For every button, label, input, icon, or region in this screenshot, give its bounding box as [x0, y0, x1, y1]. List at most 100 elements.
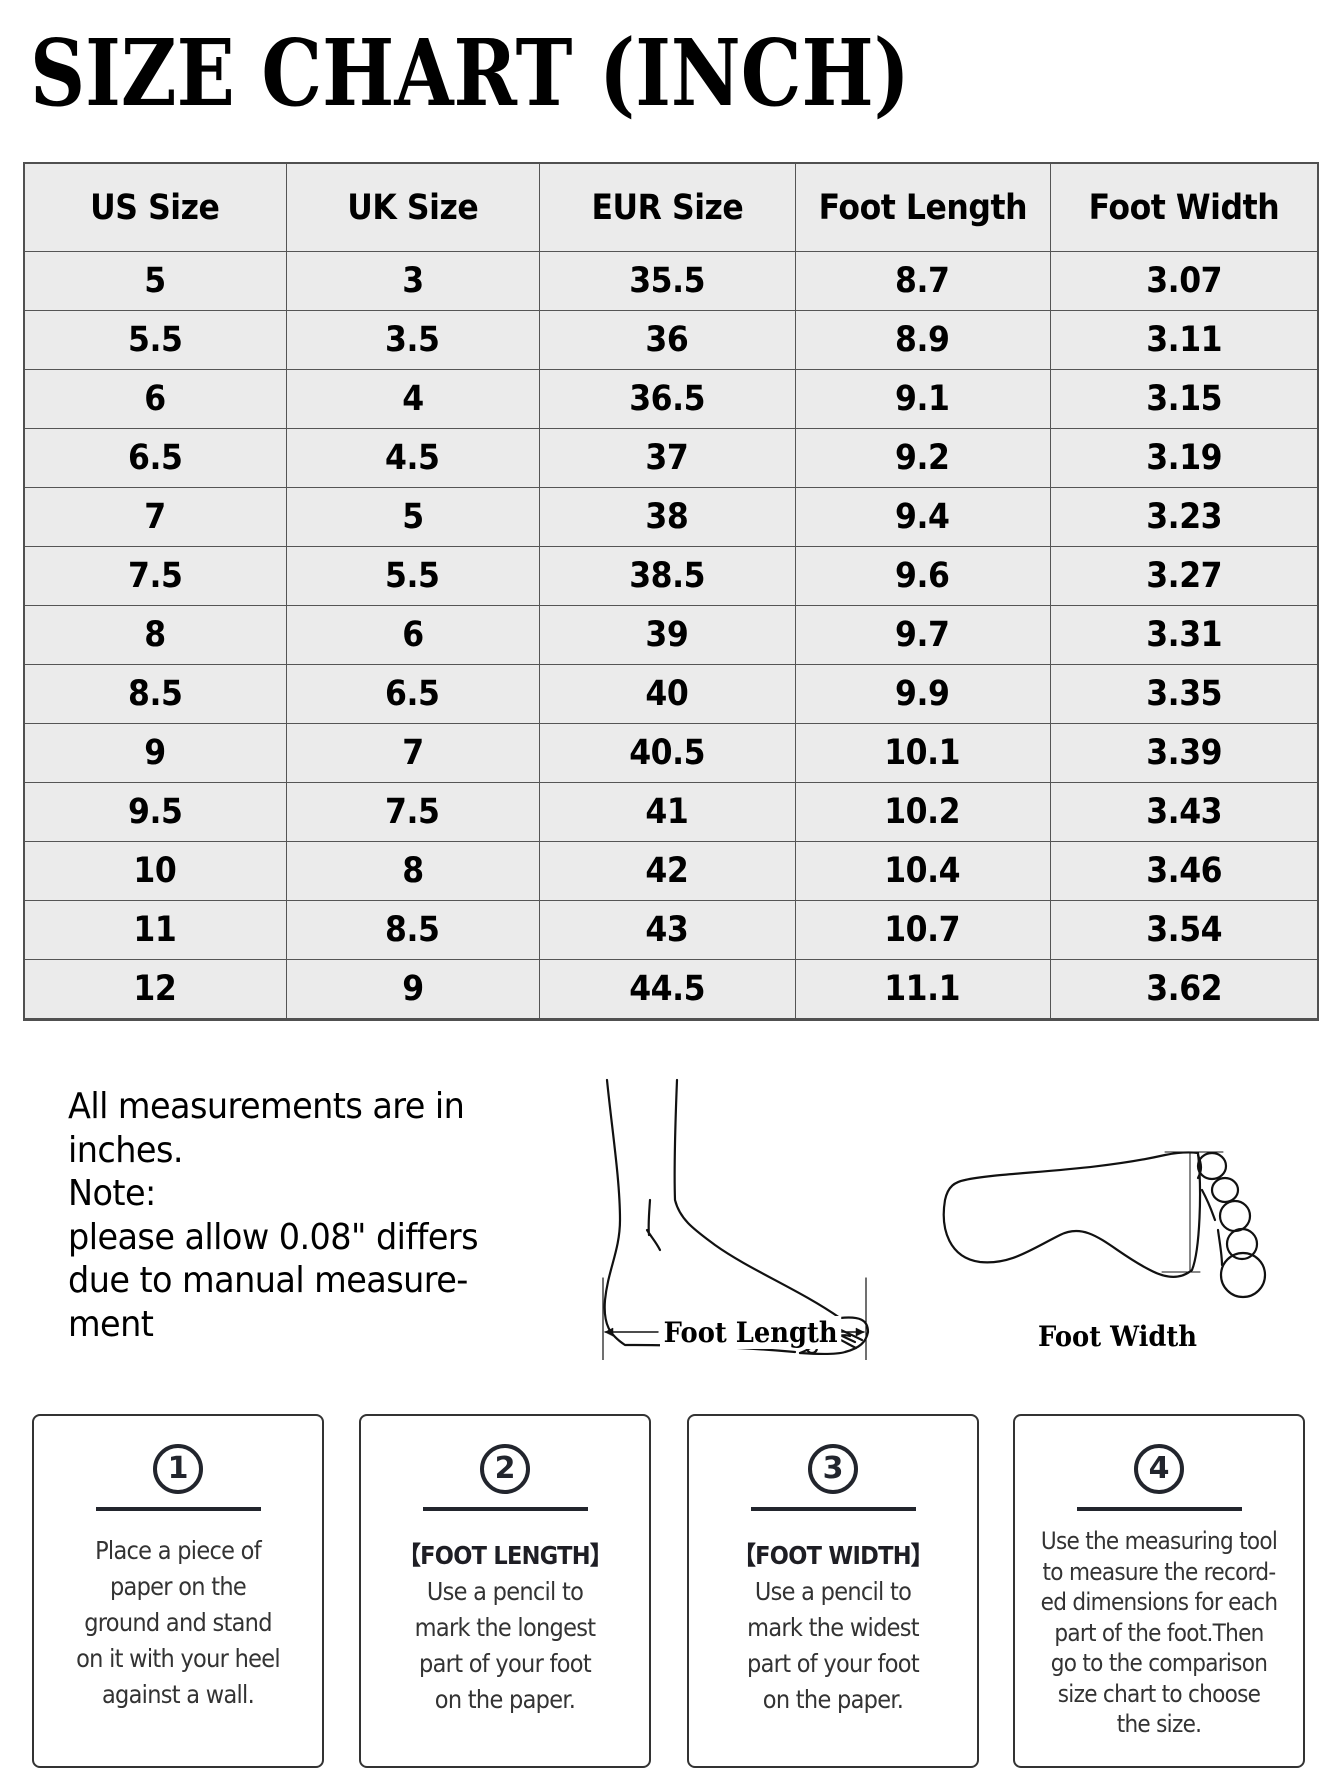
cell-uk-size: 8.5 — [285, 900, 540, 960]
table-row: 5.5 3.5 36 8.9 3.11 — [23, 310, 1319, 370]
note-line: inches. — [68, 1129, 183, 1171]
cell-eur-size: 38.5 — [538, 546, 796, 606]
cell-us-size: 6.5 — [23, 428, 287, 488]
table-header-row: US Size UK Size EUR Size Foot Length Foo… — [23, 162, 1319, 252]
cell-eur-size: 39 — [538, 605, 796, 665]
cell-us-size: 9 — [23, 723, 287, 783]
cell-foot-length: 9.1 — [794, 369, 1051, 429]
cell-eur-size: 35.5 — [538, 251, 796, 311]
divider — [423, 1507, 588, 1511]
cell-uk-size: 8 — [285, 841, 540, 901]
table-row: 6.5 4.5 37 9.2 3.19 — [23, 428, 1319, 488]
cell-foot-length: 9.4 — [794, 487, 1051, 547]
cell-eur-size: 40.5 — [538, 723, 796, 783]
foot-length-label: Foot Length — [660, 1316, 842, 1349]
cell-foot-length: 8.7 — [794, 251, 1051, 311]
cell-uk-size: 4 — [285, 369, 540, 429]
cell-eur-size: 40 — [538, 664, 796, 724]
cell-foot-length: 8.9 — [794, 310, 1051, 370]
step-number-3-icon: 3 — [808, 1444, 858, 1494]
cell-eur-size: 38 — [538, 487, 796, 547]
table-row: 12 9 44.5 11.1 3.62 — [23, 959, 1319, 1020]
cell-foot-width: 3.62 — [1049, 959, 1319, 1020]
note-line: Note: — [68, 1173, 156, 1214]
size-chart-table: US Size UK Size EUR Size Foot Length Foo… — [23, 162, 1319, 1021]
cell-us-size: 9.5 — [23, 782, 287, 842]
cell-uk-size: 5.5 — [285, 546, 540, 606]
cell-eur-size: 36 — [538, 310, 796, 370]
table-row: 9 7 40.5 10.1 3.39 — [23, 723, 1319, 783]
table-row: 6 4 36.5 9.1 3.15 — [23, 369, 1319, 429]
divider — [1077, 1507, 1242, 1511]
step-card-4: 4 Use the measuring tool to measure the … — [1013, 1414, 1305, 1768]
cell-us-size: 8.5 — [23, 664, 287, 724]
cell-foot-width: 3.23 — [1049, 487, 1319, 547]
divider — [96, 1507, 261, 1511]
note-line: due to manual measure- — [68, 1260, 468, 1301]
note-line: ment — [68, 1303, 154, 1345]
cell-us-size: 11 — [23, 900, 287, 960]
cell-foot-width: 3.46 — [1049, 841, 1319, 901]
cell-foot-width: 3.15 — [1049, 369, 1319, 429]
cell-foot-width: 3.11 — [1049, 310, 1319, 370]
cell-uk-size: 7 — [285, 723, 540, 783]
page-title: SIZE CHART (INCH) — [30, 19, 910, 127]
table-row: 8 6 39 9.7 3.31 — [23, 605, 1319, 665]
table-row: 10 8 42 10.4 3.46 — [23, 841, 1319, 901]
step-number-4-icon: 4 — [1134, 1444, 1184, 1494]
cell-foot-length: 9.9 — [794, 664, 1051, 724]
step-text: 【FOOT WIDTH】 Use a pencil to mark the wi… — [699, 1538, 967, 1718]
cell-foot-width: 3.54 — [1049, 900, 1319, 960]
table-row: 8.5 6.5 40 9.9 3.35 — [23, 664, 1319, 724]
step-text: Place a piece of paper on the ground and… — [76, 1536, 281, 1709]
measurement-note: All measurements are in inches. Note: pl… — [68, 1085, 538, 1346]
cell-uk-size: 3 — [285, 251, 540, 311]
table-row: 5 3 35.5 8.7 3.07 — [23, 251, 1319, 311]
cell-eur-size: 37 — [538, 428, 796, 488]
step-card-2: 2 【FOOT LENGTH】 Use a pencil to mark the… — [359, 1414, 651, 1768]
cell-uk-size: 6.5 — [285, 664, 540, 724]
cell-foot-width: 3.07 — [1049, 251, 1319, 311]
cell-foot-width: 3.27 — [1049, 546, 1319, 606]
cell-us-size: 7 — [23, 487, 287, 547]
cell-foot-width: 3.19 — [1049, 428, 1319, 488]
cell-foot-width: 3.43 — [1049, 782, 1319, 842]
cell-us-size: 5.5 — [23, 310, 287, 370]
cell-foot-length: 10.1 — [794, 723, 1051, 783]
cell-foot-length: 10.7 — [794, 900, 1051, 960]
table-row: 11 8.5 43 10.7 3.54 — [23, 900, 1319, 960]
cell-foot-width: 3.39 — [1049, 723, 1319, 783]
step-text: 【FOOT LENGTH】 Use a pencil to mark the l… — [371, 1538, 639, 1718]
column-header-foot-width: Foot Width — [1049, 162, 1319, 252]
column-header-eur-size: EUR Size — [538, 162, 796, 252]
foot-sole-view-icon — [942, 1151, 1267, 1299]
cell-eur-size: 44.5 — [538, 959, 796, 1020]
cell-us-size: 10 — [23, 841, 287, 901]
cell-us-size: 12 — [23, 959, 287, 1020]
cell-foot-length: 9.7 — [794, 605, 1051, 665]
cell-uk-size: 4.5 — [285, 428, 540, 488]
table-row: 9.5 7.5 41 10.2 3.43 — [23, 782, 1319, 842]
table-row: 7.5 5.5 38.5 9.6 3.27 — [23, 546, 1319, 606]
cell-foot-length: 9.6 — [794, 546, 1051, 606]
cell-eur-size: 41 — [538, 782, 796, 842]
cell-foot-length: 9.2 — [794, 428, 1051, 488]
cell-foot-length: 10.4 — [794, 841, 1051, 901]
note-line: All measurements are in — [68, 1086, 465, 1127]
step-heading: 【FOOT LENGTH】 — [398, 1541, 612, 1570]
note-line: please allow 0.08" differs — [68, 1216, 479, 1258]
cell-uk-size: 3.5 — [285, 310, 540, 370]
step-card-3: 3 【FOOT WIDTH】 Use a pencil to mark the … — [687, 1414, 979, 1768]
cell-foot-width: 3.35 — [1049, 664, 1319, 724]
divider — [751, 1507, 916, 1511]
cell-foot-length: 11.1 — [794, 959, 1051, 1020]
cell-eur-size: 36.5 — [538, 369, 796, 429]
cell-foot-length: 10.2 — [794, 782, 1051, 842]
cell-eur-size: 43 — [538, 900, 796, 960]
foot-width-label: Foot Width — [1038, 1320, 1198, 1353]
cell-us-size: 5 — [23, 251, 287, 311]
cell-us-size: 6 — [23, 369, 287, 429]
step-heading: 【FOOT WIDTH】 — [733, 1541, 933, 1570]
column-header-us-size: US Size — [23, 162, 287, 252]
column-header-uk-size: UK Size — [285, 162, 540, 252]
